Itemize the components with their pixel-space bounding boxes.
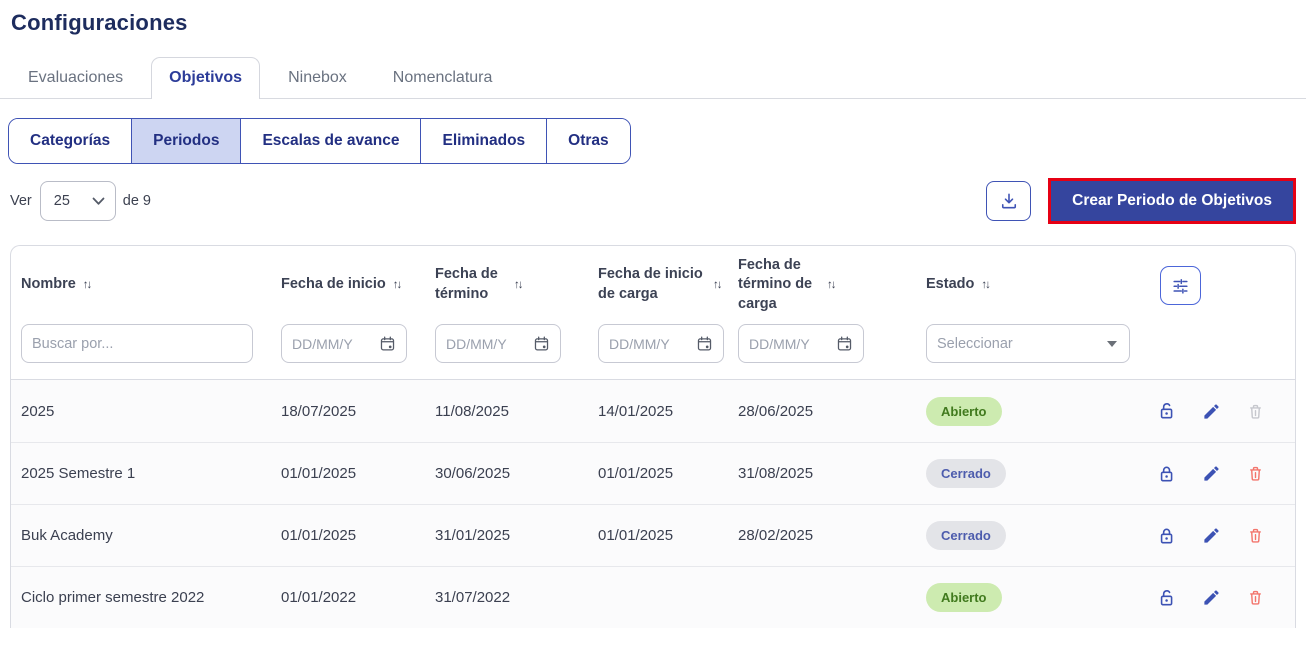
- table-row[interactable]: 2025 Semestre 1 01/01/2025 30/06/2025 01…: [11, 442, 1295, 504]
- cell-fecha-inicio: 01/01/2025: [281, 465, 357, 482]
- fecha-termino-carga-filter: [738, 324, 864, 363]
- fecha-inicio-date-input[interactable]: [292, 335, 368, 352]
- cell-fecha-inicio: 01/01/2022: [281, 589, 357, 606]
- cell-fecha-termino-carga: 28/02/2025: [738, 527, 814, 544]
- search-filter: [21, 324, 253, 363]
- page-size-label: Ver: [10, 193, 32, 209]
- column-header-fecha-inicio-carga[interactable]: Fecha de inicio de carga ↑↓: [598, 265, 738, 304]
- calendar-icon[interactable]: [533, 335, 550, 352]
- subtab-periodos[interactable]: Periodos: [131, 119, 241, 163]
- cell-fecha-termino: 31/07/2022: [435, 589, 511, 606]
- edit-icon[interactable]: [1202, 464, 1221, 483]
- periods-table: Nombre ↑↓ Fecha de inicio ↑↓ Fecha de té…: [10, 245, 1296, 628]
- main-tab-bar: Evaluaciones Objetivos Ninebox Nomenclat…: [0, 56, 1306, 99]
- fecha-termino-filter: [435, 324, 561, 363]
- tab-nomenclatura[interactable]: Nomenclatura: [375, 57, 511, 99]
- calendar-icon[interactable]: [696, 335, 713, 352]
- download-icon: [1001, 193, 1016, 209]
- total-count-label: de 9: [122, 193, 151, 209]
- tab-evaluaciones[interactable]: Evaluaciones: [10, 57, 141, 99]
- sort-icon[interactable]: ↑↓: [83, 279, 92, 291]
- edit-icon[interactable]: [1202, 526, 1221, 545]
- subtab-eliminados[interactable]: Eliminados: [420, 119, 547, 163]
- cell-fecha-termino-carga: 31/08/2025: [738, 465, 814, 482]
- cell-nombre: Buk Academy: [21, 527, 113, 544]
- edit-icon[interactable]: [1202, 402, 1221, 421]
- configurations-page: Configuraciones Evaluaciones Objetivos N…: [0, 0, 1306, 653]
- cell-nombre: Ciclo primer semestre 2022: [21, 589, 205, 606]
- sort-icon[interactable]: ↑↓: [514, 279, 523, 291]
- subtab-escalas-de-avance[interactable]: Escalas de avance: [240, 119, 421, 163]
- highlight-border: Crear Periodo de Objetivos: [1048, 178, 1296, 224]
- lock-icon[interactable]: [1157, 588, 1177, 608]
- status-badge: Cerrado: [926, 521, 1006, 550]
- lock-icon[interactable]: [1157, 464, 1177, 484]
- cell-fecha-termino: 31/01/2025: [435, 527, 511, 544]
- delete-icon[interactable]: [1246, 464, 1265, 483]
- search-input[interactable]: [32, 335, 242, 352]
- table-row[interactable]: Buk Academy 01/01/2025 31/01/2025 01/01/…: [11, 504, 1295, 566]
- column-settings-button[interactable]: [1160, 265, 1201, 305]
- cell-fecha-termino: 11/08/2025: [435, 402, 509, 420]
- fecha-termino-date-input[interactable]: [446, 335, 522, 352]
- column-header-fecha-termino-carga[interactable]: Fecha de término de carga ↑↓: [738, 256, 926, 315]
- column-header-nombre[interactable]: Nombre ↑↓: [21, 275, 281, 295]
- page-size-select[interactable]: 25: [39, 181, 116, 221]
- sort-icon[interactable]: ↑↓: [827, 279, 836, 291]
- column-header-estado[interactable]: Estado ↑↓: [926, 275, 1134, 295]
- lock-icon[interactable]: [1157, 526, 1177, 546]
- sort-icon[interactable]: ↑↓: [713, 279, 722, 291]
- fecha-inicio-carga-date-input[interactable]: [609, 335, 685, 352]
- cell-nombre: 2025: [21, 402, 55, 420]
- cell-nombre: 2025 Semestre 1: [21, 465, 136, 482]
- table-row[interactable]: Ciclo primer semestre 2022 01/01/2022 31…: [11, 566, 1295, 628]
- sort-icon[interactable]: ↑↓: [981, 279, 990, 291]
- column-header-fecha-inicio[interactable]: Fecha de inicio ↑↓: [281, 275, 435, 295]
- cell-fecha-inicio-carga: 01/01/2025: [598, 465, 674, 482]
- sort-icon[interactable]: ↑↓: [393, 279, 402, 291]
- create-period-button[interactable]: Crear Periodo de Objetivos: [1051, 181, 1293, 221]
- chevron-down-icon: [92, 197, 105, 205]
- dropdown-caret-icon: [1107, 340, 1117, 347]
- edit-icon[interactable]: [1202, 588, 1221, 607]
- calendar-icon[interactable]: [379, 335, 396, 352]
- sliders-icon: [1173, 278, 1188, 294]
- lock-icon[interactable]: [1157, 401, 1177, 421]
- table-filter-row: Seleccionar: [11, 324, 1295, 380]
- calendar-icon[interactable]: [836, 335, 853, 352]
- table-row[interactable]: 2025 18/07/2025 11/08/2025 14/01/2025 28…: [11, 380, 1295, 442]
- subtab-categorias[interactable]: Categorías: [9, 119, 132, 163]
- cell-fecha-termino: 30/06/2025: [435, 465, 511, 482]
- tab-ninebox[interactable]: Ninebox: [270, 57, 365, 99]
- delete-icon[interactable]: [1246, 526, 1265, 545]
- fecha-termino-carga-date-input[interactable]: [749, 335, 825, 352]
- cell-fecha-termino-carga: 28/06/2025: [738, 402, 814, 420]
- delete-icon[interactable]: [1246, 402, 1265, 421]
- estado-filter-select[interactable]: Seleccionar: [926, 324, 1130, 363]
- delete-icon[interactable]: [1246, 588, 1265, 607]
- fecha-inicio-carga-filter: [598, 324, 724, 363]
- status-badge: Cerrado: [926, 459, 1006, 488]
- cell-fecha-inicio-carga: 01/01/2025: [598, 527, 674, 544]
- page-size-value: 25: [53, 193, 70, 209]
- table-header-row: Nombre ↑↓ Fecha de inicio ↑↓ Fecha de té…: [11, 246, 1295, 324]
- subtab-group: Categorías Periodos Escalas de avance El…: [8, 118, 631, 164]
- toolbar: Ver 25 de 9 Crear Periodo de Objetivos: [10, 178, 1296, 224]
- cell-fecha-inicio: 01/01/2025: [281, 527, 357, 544]
- column-header-fecha-termino[interactable]: Fecha de término ↑↓: [435, 265, 598, 304]
- cell-fecha-inicio: 18/07/2025: [281, 402, 357, 420]
- cell-fecha-inicio-carga: 14/01/2025: [598, 402, 674, 420]
- status-badge: Abierto: [926, 583, 1002, 612]
- tab-objetivos[interactable]: Objetivos: [151, 57, 261, 99]
- page-title: Configuraciones: [11, 10, 188, 35]
- fecha-inicio-filter: [281, 324, 407, 363]
- download-button[interactable]: [986, 181, 1032, 221]
- status-badge: Abierto: [926, 396, 1002, 426]
- subtab-otras[interactable]: Otras: [546, 119, 630, 163]
